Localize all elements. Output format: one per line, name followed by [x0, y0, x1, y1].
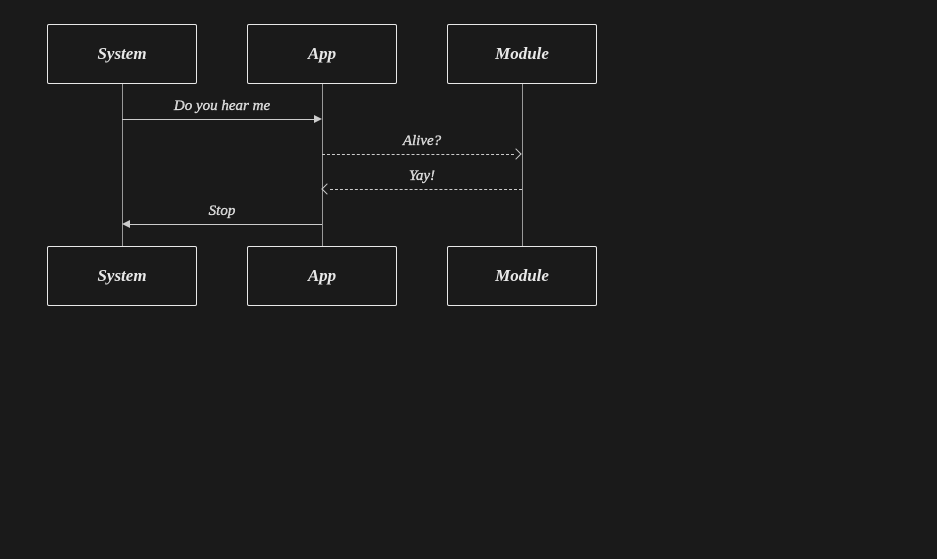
arrowhead-left-icon — [321, 183, 332, 194]
actor-system-top: System — [47, 24, 197, 84]
arrowhead-left-icon — [122, 220, 130, 228]
message-label: Stop — [209, 203, 236, 220]
actor-label: System — [97, 44, 146, 64]
actor-app-bottom: App — [247, 246, 397, 306]
message-arrow — [322, 154, 514, 155]
message-label: Alive? — [403, 133, 441, 150]
message-arrow — [122, 119, 314, 120]
lifeline-app — [322, 84, 323, 246]
message-arrow — [330, 189, 522, 190]
lifeline-module — [522, 84, 523, 246]
sequence-diagram: System App Module Do you hear me Alive? … — [0, 0, 937, 559]
actor-label: Module — [495, 44, 549, 64]
arrowhead-right-icon — [314, 115, 322, 123]
actor-label: System — [97, 266, 146, 286]
actor-label: App — [308, 44, 336, 64]
actor-label: Module — [495, 266, 549, 286]
actor-system-bottom: System — [47, 246, 197, 306]
message-label: Do you hear me — [174, 98, 270, 115]
actor-app-top: App — [247, 24, 397, 84]
message-arrow — [130, 224, 322, 225]
actor-module-bottom: Module — [447, 246, 597, 306]
actor-module-top: Module — [447, 24, 597, 84]
actor-label: App — [308, 266, 336, 286]
message-label: Yay! — [409, 168, 435, 185]
arrowhead-right-icon — [510, 148, 521, 159]
